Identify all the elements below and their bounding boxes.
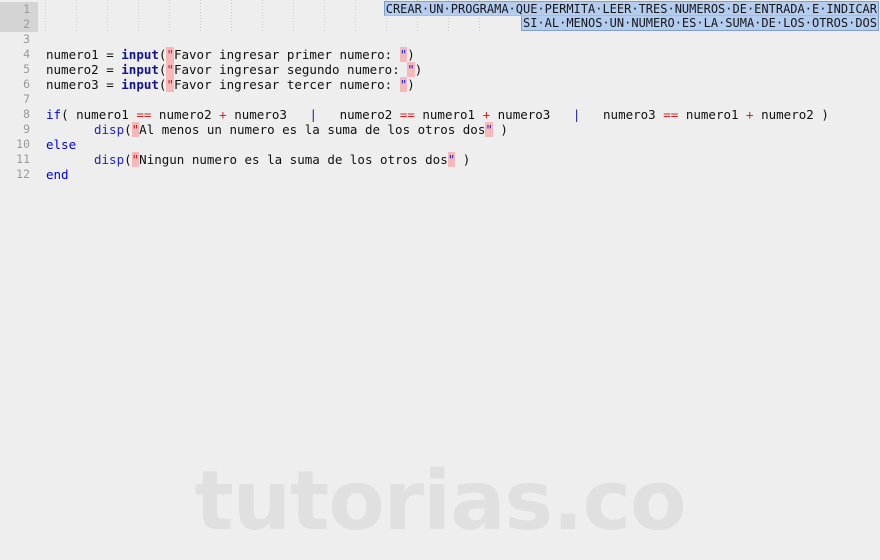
equality-operator: ==	[399, 107, 415, 122]
line-number: 6	[23, 77, 30, 91]
equality-operator: ==	[136, 107, 152, 122]
code-line-10[interactable]: else	[46, 137, 76, 152]
open-paren: (	[61, 107, 77, 122]
operand: numero3	[603, 107, 664, 122]
disp-keyword: disp	[94, 152, 125, 167]
string-literal: Favor ingresar tercer numero:	[173, 77, 400, 92]
code-area[interactable]: numero1 = input("Favor ingresar primer n…	[46, 0, 880, 560]
open-paren: (	[124, 152, 132, 167]
plus-operator: +	[482, 107, 491, 122]
operand: numero2	[753, 107, 814, 122]
operand: numero1	[678, 107, 747, 122]
code-line-6[interactable]: numero3 = input("Favor ingresar tercer n…	[46, 77, 415, 92]
line-number: 4	[23, 47, 30, 61]
line-number: 3	[23, 32, 30, 46]
operand: numero3	[490, 107, 551, 122]
close-paren: )	[414, 62, 423, 77]
line-number-gutter: 1 2 3 4 5 6 7 8 9 10 11 12	[0, 0, 38, 560]
line-number: 9	[23, 122, 30, 136]
else-keyword: else	[46, 137, 77, 152]
string-literal: Favor ingresar primer numero:	[173, 47, 400, 62]
operand: numero1	[76, 107, 137, 122]
string-literal: Al menos un numero es la suma de los otr…	[139, 122, 486, 137]
line-number: 7	[23, 92, 30, 106]
string-open-quote: "	[166, 62, 174, 77]
code-editor: 1 2 3 4 5 6 7 8 9 10 11 12 CREAR·UN·PROG…	[0, 0, 880, 560]
input-keyword: input	[121, 47, 159, 62]
assign-target: numero2 =	[46, 62, 122, 77]
code-line-8[interactable]: if( numero1 == numero2 + numero3 | numer…	[46, 107, 829, 122]
open-paren: (	[124, 122, 132, 137]
line-number: 11	[16, 152, 30, 166]
line-number: 5	[23, 62, 30, 76]
assign-target: numero1 =	[46, 47, 122, 62]
code-line-9[interactable]: disp( "Al menos un numero es la suma de l…	[46, 122, 508, 137]
operand: numero2	[151, 107, 220, 122]
plus-operator: +	[746, 107, 754, 122]
code-line-5[interactable]: numero2 = input("Favor ingresar segundo …	[46, 62, 422, 77]
or-operator: |	[286, 107, 340, 122]
if-keyword: if	[46, 107, 62, 122]
plus-operator: +	[219, 107, 227, 122]
string-open-quote: "	[166, 77, 174, 92]
input-keyword: input	[121, 77, 159, 92]
line-number: 8	[23, 107, 30, 121]
operand: numero2	[339, 107, 400, 122]
close-paren: )	[407, 77, 415, 92]
string-close-quote: "	[407, 62, 415, 77]
close-paren: )	[455, 152, 471, 167]
close-paren: )	[407, 47, 415, 62]
string-literal: Ningun numero es la suma de los otros do…	[139, 152, 448, 167]
input-keyword: input	[121, 62, 159, 77]
end-keyword: end	[46, 167, 69, 182]
operand: numero1	[414, 107, 483, 122]
assign-target: numero3 =	[46, 77, 122, 92]
disp-keyword: disp	[94, 122, 125, 137]
line-number: 10	[16, 137, 30, 151]
code-line-11[interactable]: disp("Ningun numero es la suma de los ot…	[46, 152, 470, 167]
close-paren: )	[813, 107, 829, 122]
equality-operator: ==	[663, 107, 679, 122]
code-line-4[interactable]: numero1 = input("Favor ingresar primer n…	[46, 47, 415, 62]
operand: numero3	[226, 107, 287, 122]
string-open-quote: "	[166, 47, 174, 62]
code-line-12[interactable]: end	[46, 167, 69, 182]
string-literal: Favor ingresar segundo numero:	[173, 62, 408, 77]
close-paren: )	[492, 122, 508, 137]
string-close-quote: "	[485, 122, 493, 137]
or-operator: |	[550, 107, 604, 122]
line-number: 12	[16, 167, 30, 181]
